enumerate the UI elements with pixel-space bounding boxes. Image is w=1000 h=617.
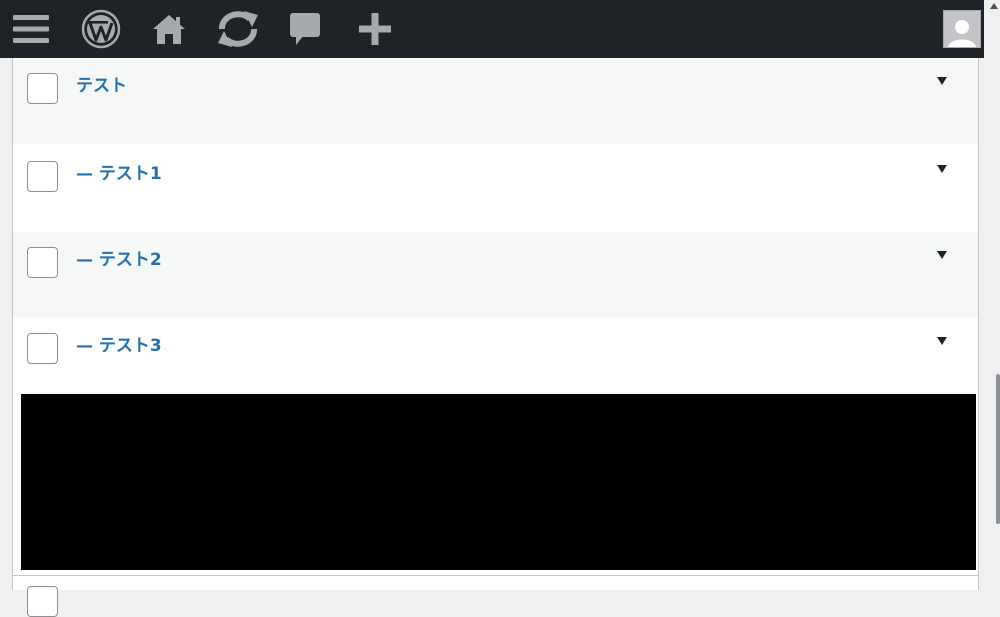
row-checkbox[interactable] bbox=[27, 161, 58, 192]
admin-bar bbox=[0, 0, 1000, 58]
row-checkbox[interactable] bbox=[27, 586, 58, 617]
toggle-row-button[interactable] bbox=[933, 72, 951, 90]
row-title-link[interactable]: — テスト3 bbox=[76, 331, 162, 356]
wordpress-menu-button[interactable] bbox=[78, 0, 124, 58]
row-checkbox[interactable] bbox=[27, 247, 58, 278]
list-item: — テスト2 bbox=[13, 232, 978, 318]
updates-icon bbox=[218, 11, 258, 47]
row-title-link[interactable]: — テスト2 bbox=[76, 245, 162, 270]
row-divider bbox=[13, 575, 978, 576]
my-account-button[interactable] bbox=[942, 0, 982, 58]
redacted-region bbox=[21, 394, 976, 570]
avatar-icon bbox=[948, 20, 976, 47]
menu-toggle-button[interactable] bbox=[8, 0, 54, 58]
wordpress-logo-icon bbox=[81, 9, 121, 49]
toggle-row-button[interactable] bbox=[933, 160, 951, 178]
list-item: テスト bbox=[13, 58, 978, 144]
scrollbar-thumb[interactable] bbox=[996, 374, 1000, 524]
comments-icon bbox=[290, 13, 320, 45]
comments-button[interactable] bbox=[284, 0, 326, 58]
toggle-row-button[interactable] bbox=[933, 332, 951, 350]
row-checkbox[interactable] bbox=[27, 333, 58, 364]
caret-down-icon bbox=[937, 77, 947, 85]
category-list: テスト — テスト1 — テスト2 — テスト3 bbox=[12, 58, 979, 617]
caret-down-icon bbox=[937, 337, 947, 345]
home-icon bbox=[153, 15, 185, 44]
menu-icon bbox=[13, 15, 49, 43]
avatar bbox=[943, 10, 981, 48]
list-item: — テスト1 bbox=[13, 146, 978, 232]
toggle-row-button[interactable] bbox=[933, 246, 951, 264]
row-title-link[interactable]: テスト bbox=[76, 71, 127, 96]
new-content-button[interactable] bbox=[352, 0, 398, 58]
scroll-up-arrow-icon[interactable] bbox=[990, 3, 998, 9]
list-item: — テスト3 bbox=[13, 318, 978, 404]
caret-down-icon bbox=[937, 251, 947, 259]
site-home-button[interactable] bbox=[148, 0, 190, 58]
caret-down-icon bbox=[937, 165, 947, 173]
updates-button[interactable] bbox=[212, 0, 264, 58]
plus-icon bbox=[359, 13, 391, 45]
row-title-link[interactable]: — テスト1 bbox=[76, 159, 162, 184]
row-checkbox[interactable] bbox=[27, 73, 58, 104]
